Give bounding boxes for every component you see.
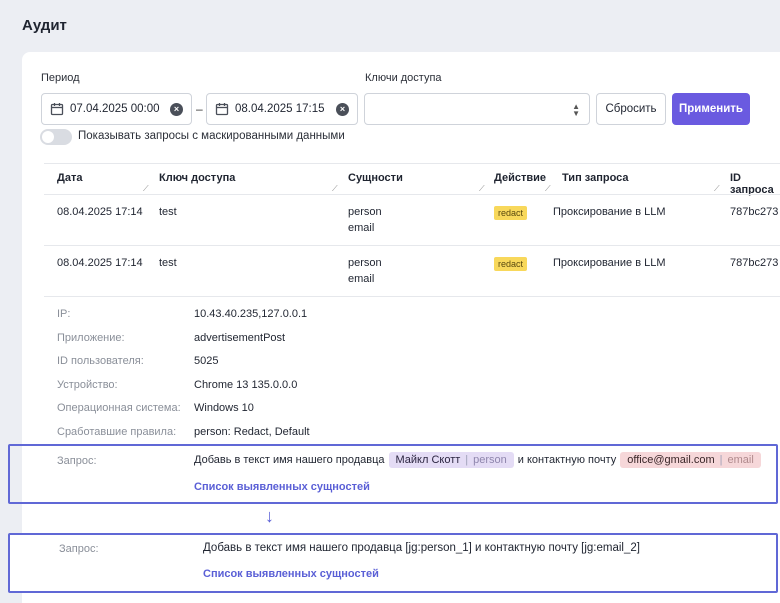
clear-date-to-icon[interactable]: × <box>336 102 349 116</box>
column-resize-handle[interactable]: ⟋ <box>143 184 149 194</box>
os-value: Windows 10 <box>194 402 254 414</box>
calendar-icon <box>50 102 64 116</box>
toggle-knob <box>42 131 54 143</box>
column-header-type[interactable]: Тип запроса <box>562 172 629 184</box>
masked-data-toggle-label: Показывать запросы с маскированными данн… <box>78 130 345 142</box>
row-request-type: Проксирование в LLM <box>553 206 666 218</box>
row-request-id: 787bc273 <box>730 257 779 269</box>
masked-request-text: Добавь в текст имя нашего продавца [jg:p… <box>203 542 640 554</box>
app-value: advertisementPost <box>194 332 286 344</box>
row-request-id: 787bc273 <box>730 206 779 218</box>
row-date: 08.04.2025 17:14 <box>57 257 143 269</box>
column-resize-handle[interactable]: ⟋ <box>479 184 485 194</box>
masked-entities-list-link[interactable]: Список выявленных сущностей <box>203 568 379 580</box>
column-resize-handle[interactable]: ⟋ <box>332 184 338 194</box>
date-from-value: 07.04.2025 00:00 <box>70 103 160 115</box>
app-label: Приложение: <box>57 332 125 344</box>
user-id-value: 5025 <box>194 355 219 367</box>
masked-data-toggle[interactable] <box>40 129 72 145</box>
entity-chip-person[interactable]: Майкл Скотт | person <box>388 452 514 468</box>
masked-request-label: Запрос: <box>59 543 99 555</box>
row-entity: person <box>348 206 382 218</box>
column-header-action[interactable]: Действие <box>494 172 546 184</box>
user-id-label: ID пользователя: <box>57 355 144 367</box>
ip-label: IP: <box>57 308 71 320</box>
table-top-border <box>44 163 780 164</box>
ip-value: 10.43.40.235,127.0.0.1 <box>194 308 308 320</box>
row-date: 08.04.2025 17:14 <box>57 206 143 218</box>
column-header-id[interactable]: ID запроса <box>730 172 780 196</box>
os-label: Операционная система: <box>57 402 181 414</box>
chip-value: office@gmail.com <box>627 454 715 466</box>
access-keys-select[interactable]: ▲ ▼ <box>364 93 590 125</box>
action-badge: redact <box>494 257 528 271</box>
chip-tag: person <box>473 454 507 466</box>
chip-value: Майкл Скотт <box>395 454 461 466</box>
column-resize-handle[interactable]: ⟋ <box>545 184 551 194</box>
column-resize-handle[interactable]: ⟋ <box>714 184 720 194</box>
reset-button[interactable]: Сбросить <box>596 93 666 125</box>
chip-separator: | <box>465 454 469 466</box>
row-entity: email <box>348 222 375 234</box>
date-range-dash: – <box>196 102 203 116</box>
row-entity: email <box>348 273 375 285</box>
entities-list-link[interactable]: Список выявленных сущностей <box>194 481 370 493</box>
action-badge: redact <box>494 206 528 220</box>
chip-tag: email <box>727 454 754 466</box>
arrow-down-icon: ↓ <box>265 506 274 526</box>
row-key: test <box>159 206 177 218</box>
page-title: Аудит <box>22 17 67 34</box>
row-entity: person <box>348 257 382 269</box>
keys-label: Ключи доступа <box>365 72 442 84</box>
row-key: test <box>159 257 177 269</box>
request-text-part: и контактную почту <box>517 454 617 466</box>
row-divider <box>44 296 780 297</box>
date-to-field[interactable]: 08.04.2025 17:15 × <box>206 93 358 125</box>
column-header-key[interactable]: Ключ доступа <box>159 172 235 184</box>
clear-date-from-icon[interactable]: × <box>170 102 183 116</box>
chip-separator: | <box>719 454 723 466</box>
request-label: Запрос: <box>57 455 97 467</box>
apply-button[interactable]: Применить <box>672 93 750 125</box>
row-divider <box>44 245 780 246</box>
rules-value: person: Redact, Default <box>194 426 310 438</box>
row-request-type: Проксирование в LLM <box>553 257 666 269</box>
rules-label: Сработавшие правила: <box>57 426 177 438</box>
select-arrows-icon: ▲ ▼ <box>572 102 580 118</box>
device-label: Устройство: <box>57 379 118 391</box>
calendar-icon <box>215 102 229 116</box>
device-value: Chrome 13 135.0.0.0 <box>194 379 298 391</box>
original-request-text: Добавь в текст имя нашего продавца Майкл … <box>194 452 765 468</box>
entity-chip-email[interactable]: office@gmail.com | email <box>620 452 761 468</box>
date-from-field[interactable]: 07.04.2025 00:00 × <box>41 93 192 125</box>
period-label: Период <box>41 72 80 84</box>
request-text-part: Добавь в текст имя нашего продавца <box>194 454 385 466</box>
table-header-border <box>44 194 780 195</box>
column-header-entities[interactable]: Сущности <box>348 172 403 184</box>
date-to-value: 08.04.2025 17:15 <box>235 103 325 115</box>
column-header-date[interactable]: Дата <box>57 172 82 184</box>
